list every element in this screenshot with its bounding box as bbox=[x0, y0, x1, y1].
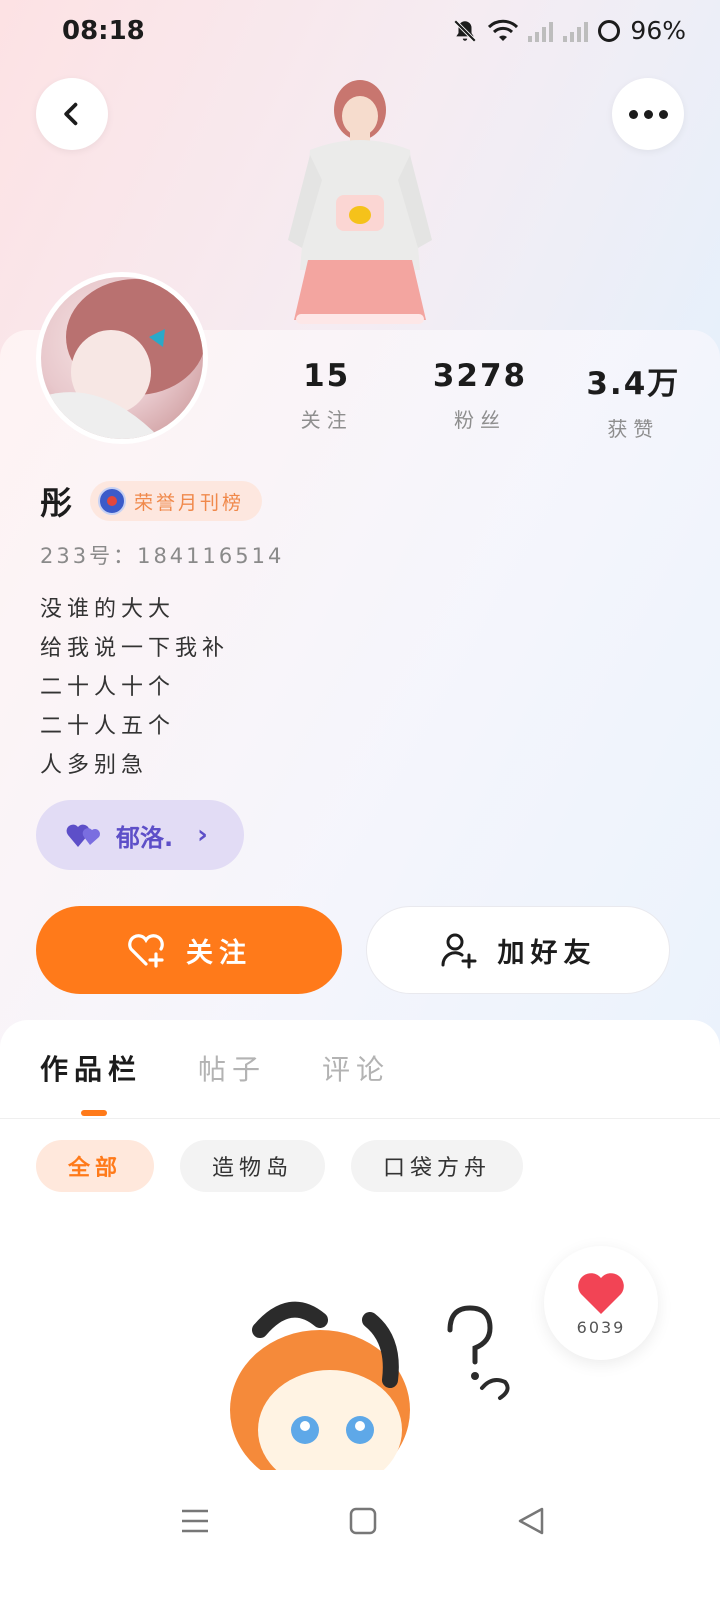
system-nav-bar bbox=[0, 1480, 720, 1600]
avatar-image bbox=[41, 277, 203, 439]
stat-value: 15 bbox=[303, 358, 351, 394]
tab-indicator bbox=[81, 1110, 107, 1116]
stat-label: 关注 bbox=[300, 408, 353, 432]
back-button[interactable] bbox=[36, 78, 108, 150]
double-heart-icon bbox=[66, 824, 100, 847]
bio-line: 二十人十个 bbox=[40, 675, 176, 700]
stat-label: 粉丝 bbox=[453, 408, 506, 432]
stat-value: 3.4万 bbox=[586, 366, 681, 402]
character-figure bbox=[288, 80, 432, 324]
filter-creation-island[interactable]: 造物岛 bbox=[180, 1140, 326, 1192]
bio-line: 没谁的大大 bbox=[40, 597, 176, 622]
battery-level: 96% bbox=[630, 16, 686, 45]
honor-badge[interactable]: 荣誉月刊榜 bbox=[90, 481, 263, 521]
more-button[interactable] bbox=[612, 78, 684, 150]
username: 彤 bbox=[40, 484, 73, 522]
filter-pocket-ark[interactable]: 口袋方舟 bbox=[351, 1140, 524, 1192]
menu-icon[interactable] bbox=[180, 1506, 210, 1536]
status-icons: 96% bbox=[452, 16, 686, 45]
heart-icon bbox=[578, 1272, 624, 1314]
heart-plus-icon bbox=[128, 934, 164, 968]
follow-button[interactable]: 关注 bbox=[36, 906, 342, 994]
profile-stats: 15 关注 3278 粉丝 3.4万 获赞 bbox=[250, 358, 710, 442]
like-count: 6039 bbox=[576, 1317, 626, 1337]
bio: 没谁的大大 给我说一下我补 二十人十个 二十人五个 人多别急 bbox=[40, 590, 229, 785]
chevron-left-icon bbox=[64, 102, 78, 126]
avatar[interactable] bbox=[36, 272, 208, 444]
add-friend-button[interactable]: 加好友 bbox=[366, 906, 670, 994]
wifi-icon bbox=[488, 19, 519, 41]
like-button[interactable]: 6039 bbox=[544, 1246, 658, 1360]
stat-likes[interactable]: 3.4万 获赞 bbox=[563, 358, 703, 442]
medal-icon bbox=[98, 487, 127, 515]
signal-icon-1 bbox=[528, 20, 554, 42]
tab-comments[interactable]: 评论 bbox=[322, 1048, 390, 1088]
add-user-icon bbox=[440, 933, 476, 969]
home-icon[interactable] bbox=[348, 1506, 378, 1536]
bio-line: 人多别急 bbox=[40, 753, 149, 778]
content-tabs: 作品栏 帖子 评论 bbox=[40, 1048, 390, 1088]
filter-all[interactable]: 全部 bbox=[36, 1140, 155, 1192]
tab-works[interactable]: 作品栏 bbox=[40, 1048, 142, 1088]
stat-followers[interactable]: 3278 粉丝 bbox=[410, 358, 550, 442]
bio-line: 给我说一下我补 bbox=[40, 636, 230, 661]
badge-label: 荣誉月刊榜 bbox=[134, 491, 245, 514]
name-row: 彤 荣誉月刊榜 bbox=[40, 478, 263, 524]
signal-icon-2 bbox=[563, 20, 589, 42]
stat-value: 3278 bbox=[432, 358, 528, 394]
battery-icon bbox=[598, 19, 621, 42]
more-icon bbox=[628, 109, 668, 119]
stat-following[interactable]: 15 关注 bbox=[257, 358, 397, 442]
chevron-right-icon: › bbox=[197, 820, 208, 850]
stat-label: 获赞 bbox=[607, 417, 660, 441]
status-time: 08:18 bbox=[62, 16, 145, 46]
tab-posts[interactable]: 帖子 bbox=[198, 1048, 266, 1088]
mute-icon bbox=[454, 19, 477, 42]
back-triangle-icon[interactable] bbox=[516, 1506, 546, 1536]
tag-label: 郁洛. bbox=[116, 823, 174, 852]
user-id: 233号：184116514 bbox=[40, 544, 285, 568]
relationship-tag[interactable]: 郁洛. › bbox=[36, 800, 244, 870]
follow-label: 关注 bbox=[186, 937, 252, 969]
empty-state-mascot bbox=[230, 1301, 510, 1470]
divider bbox=[0, 1118, 720, 1119]
bio-line: 二十人五个 bbox=[40, 714, 176, 739]
filter-chips: 全部 造物岛 口袋方舟 bbox=[36, 1140, 524, 1192]
add-friend-label: 加好友 bbox=[497, 937, 597, 969]
status-bar: 08:18 96% bbox=[0, 0, 720, 64]
